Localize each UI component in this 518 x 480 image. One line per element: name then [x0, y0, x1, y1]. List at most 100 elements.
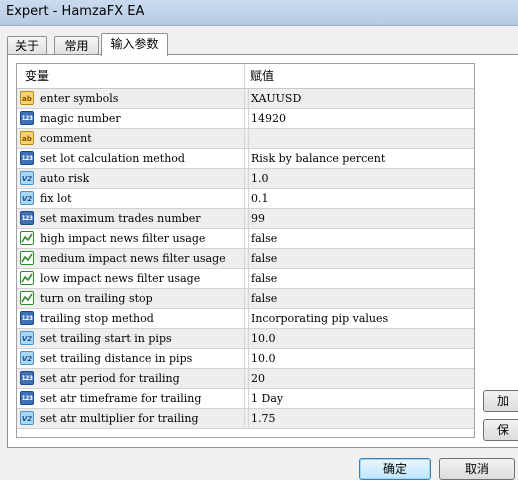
- parameter-name: high impact news filter usage: [40, 232, 206, 245]
- integer-123-icon: 123: [20, 311, 34, 325]
- parameter-value[interactable]: Risk by balance percent: [248, 149, 470, 168]
- table-row[interactable]: turn on trailing stop false: [17, 289, 474, 309]
- tab-inputs[interactable]: 输入参数: [101, 33, 168, 56]
- parameter-name: enter symbols: [40, 92, 119, 105]
- parameter-value[interactable]: false: [248, 229, 470, 248]
- table-row[interactable]: 123 trailing stop method Incorporating pip…: [17, 309, 474, 329]
- integer-123-icon: 123: [20, 151, 34, 165]
- column-divider: [244, 149, 245, 168]
- column-header-variable[interactable]: 变量: [17, 64, 245, 88]
- bool-chart-icon: [20, 291, 34, 305]
- table-row[interactable]: V2 set atr multiplier for trailing 1.75: [17, 409, 474, 429]
- column-divider: [244, 269, 245, 288]
- window-titlebar[interactable]: Expert - HamzaFX EA: [0, 0, 518, 26]
- parameter-value[interactable]: 14920: [248, 109, 470, 128]
- tab-common-label: 常用: [64, 39, 89, 53]
- parameter-value[interactable]: 99: [248, 209, 470, 228]
- parameter-value[interactable]: 10.0: [248, 329, 470, 348]
- parameter-name: magic number: [40, 112, 121, 125]
- double-v2-icon: V2: [20, 331, 34, 345]
- parameter-value[interactable]: XAUUSD: [248, 89, 470, 108]
- parameter-value[interactable]: 1 Day: [248, 389, 470, 408]
- window-title: Expert - HamzaFX EA: [6, 4, 145, 19]
- parameter-name: set atr period for trailing: [40, 372, 180, 385]
- cancel-button-label: 取消: [464, 462, 489, 476]
- ab-string-icon: ab: [20, 91, 34, 105]
- add-button-label: 加: [496, 394, 509, 408]
- table-header: 变量 赋值: [17, 64, 474, 88]
- bool-chart-icon: [20, 231, 34, 245]
- column-divider: [244, 369, 245, 388]
- column-divider: [244, 309, 245, 328]
- parameter-value[interactable]: [248, 129, 470, 148]
- tab-about-label: 关于: [14, 39, 39, 53]
- table-row[interactable]: 123 magic number 14920: [17, 109, 474, 129]
- parameter-name: turn on trailing stop: [40, 292, 153, 305]
- table-row[interactable]: 123 set atr timeframe for trailing 1 Day: [17, 389, 474, 409]
- parameter-name: set lot calculation method: [40, 152, 185, 165]
- ab-string-icon: ab: [20, 131, 34, 145]
- parameter-name: set trailing distance in pips: [40, 352, 193, 365]
- parameter-value[interactable]: 20: [248, 369, 470, 388]
- tab-inputs-label: 输入参数: [110, 37, 159, 51]
- inputs-table[interactable]: 变量 赋值 ab enter symbols XAUUSD 123 magic numb…: [16, 63, 475, 438]
- bool-chart-icon: [20, 251, 34, 265]
- add-button[interactable]: 加: [483, 390, 518, 412]
- column-divider: [244, 129, 245, 148]
- parameter-name: fix lot: [40, 192, 72, 205]
- table-row[interactable]: V2 fix lot 0.1: [17, 189, 474, 209]
- ok-button[interactable]: 确定: [359, 458, 431, 480]
- column-divider: [244, 89, 245, 108]
- table-row[interactable]: V2 auto risk 1.0: [17, 169, 474, 189]
- table-row[interactable]: 123 set atr period for trailing 20: [17, 369, 474, 389]
- double-v2-icon: V2: [20, 191, 34, 205]
- integer-123-icon: 123: [20, 111, 34, 125]
- column-divider: [244, 189, 245, 208]
- column-divider: [244, 229, 245, 248]
- parameter-value[interactable]: 1.75: [248, 409, 470, 428]
- column-divider: [244, 109, 245, 128]
- tab-common[interactable]: 常用: [54, 36, 99, 54]
- parameter-name: set trailing start in pips: [40, 332, 172, 345]
- table-row[interactable]: V2 set trailing distance in pips 10.0: [17, 349, 474, 369]
- parameter-value[interactable]: 1.0: [248, 169, 470, 188]
- table-row[interactable]: medium impact news filter usage false: [17, 249, 474, 269]
- integer-123-icon: 123: [20, 371, 34, 385]
- cancel-button[interactable]: 取消: [439, 458, 515, 480]
- parameter-name: set atr timeframe for trailing: [40, 392, 202, 405]
- parameter-value[interactable]: false: [248, 289, 470, 308]
- tab-about[interactable]: 关于: [7, 36, 47, 54]
- column-divider: [244, 409, 245, 428]
- parameter-value[interactable]: false: [248, 269, 470, 288]
- double-v2-icon: V2: [20, 411, 34, 425]
- parameter-name: comment: [40, 132, 92, 145]
- parameter-value[interactable]: 10.0: [248, 349, 470, 368]
- table-row[interactable]: ab enter symbols XAUUSD: [17, 89, 474, 109]
- column-header-value[interactable]: 赋值: [245, 64, 474, 88]
- integer-123-icon: 123: [20, 211, 34, 225]
- bool-chart-icon: [20, 271, 34, 285]
- save-button-label: 保: [496, 423, 509, 437]
- table-row[interactable]: 123 set maximum trades number 99: [17, 209, 474, 229]
- save-button[interactable]: 保: [483, 419, 518, 441]
- parameter-name: set atr multiplier for trailing: [40, 412, 199, 425]
- column-divider: [244, 169, 245, 188]
- parameter-name: set maximum trades number: [40, 212, 201, 225]
- column-divider: [244, 389, 245, 408]
- table-row[interactable]: V2 set trailing start in pips 10.0: [17, 329, 474, 349]
- integer-123-icon: 123: [20, 391, 34, 405]
- table-row[interactable]: high impact news filter usage false: [17, 229, 474, 249]
- column-divider: [244, 329, 245, 348]
- table-row[interactable]: ab comment: [17, 129, 474, 149]
- ok-button-label: 确定: [382, 462, 407, 476]
- parameter-value[interactable]: Incorporating pip values: [248, 309, 470, 328]
- parameter-value[interactable]: 0.1: [248, 189, 470, 208]
- double-v2-icon: V2: [20, 171, 34, 185]
- parameter-value[interactable]: false: [248, 249, 470, 268]
- column-divider: [244, 349, 245, 368]
- column-divider: [244, 289, 245, 308]
- table-row[interactable]: low impact news filter usage false: [17, 269, 474, 289]
- table-row[interactable]: 123 set lot calculation method Risk by bal…: [17, 149, 474, 169]
- parameter-name: auto risk: [40, 172, 90, 185]
- parameter-name: trailing stop method: [40, 312, 154, 325]
